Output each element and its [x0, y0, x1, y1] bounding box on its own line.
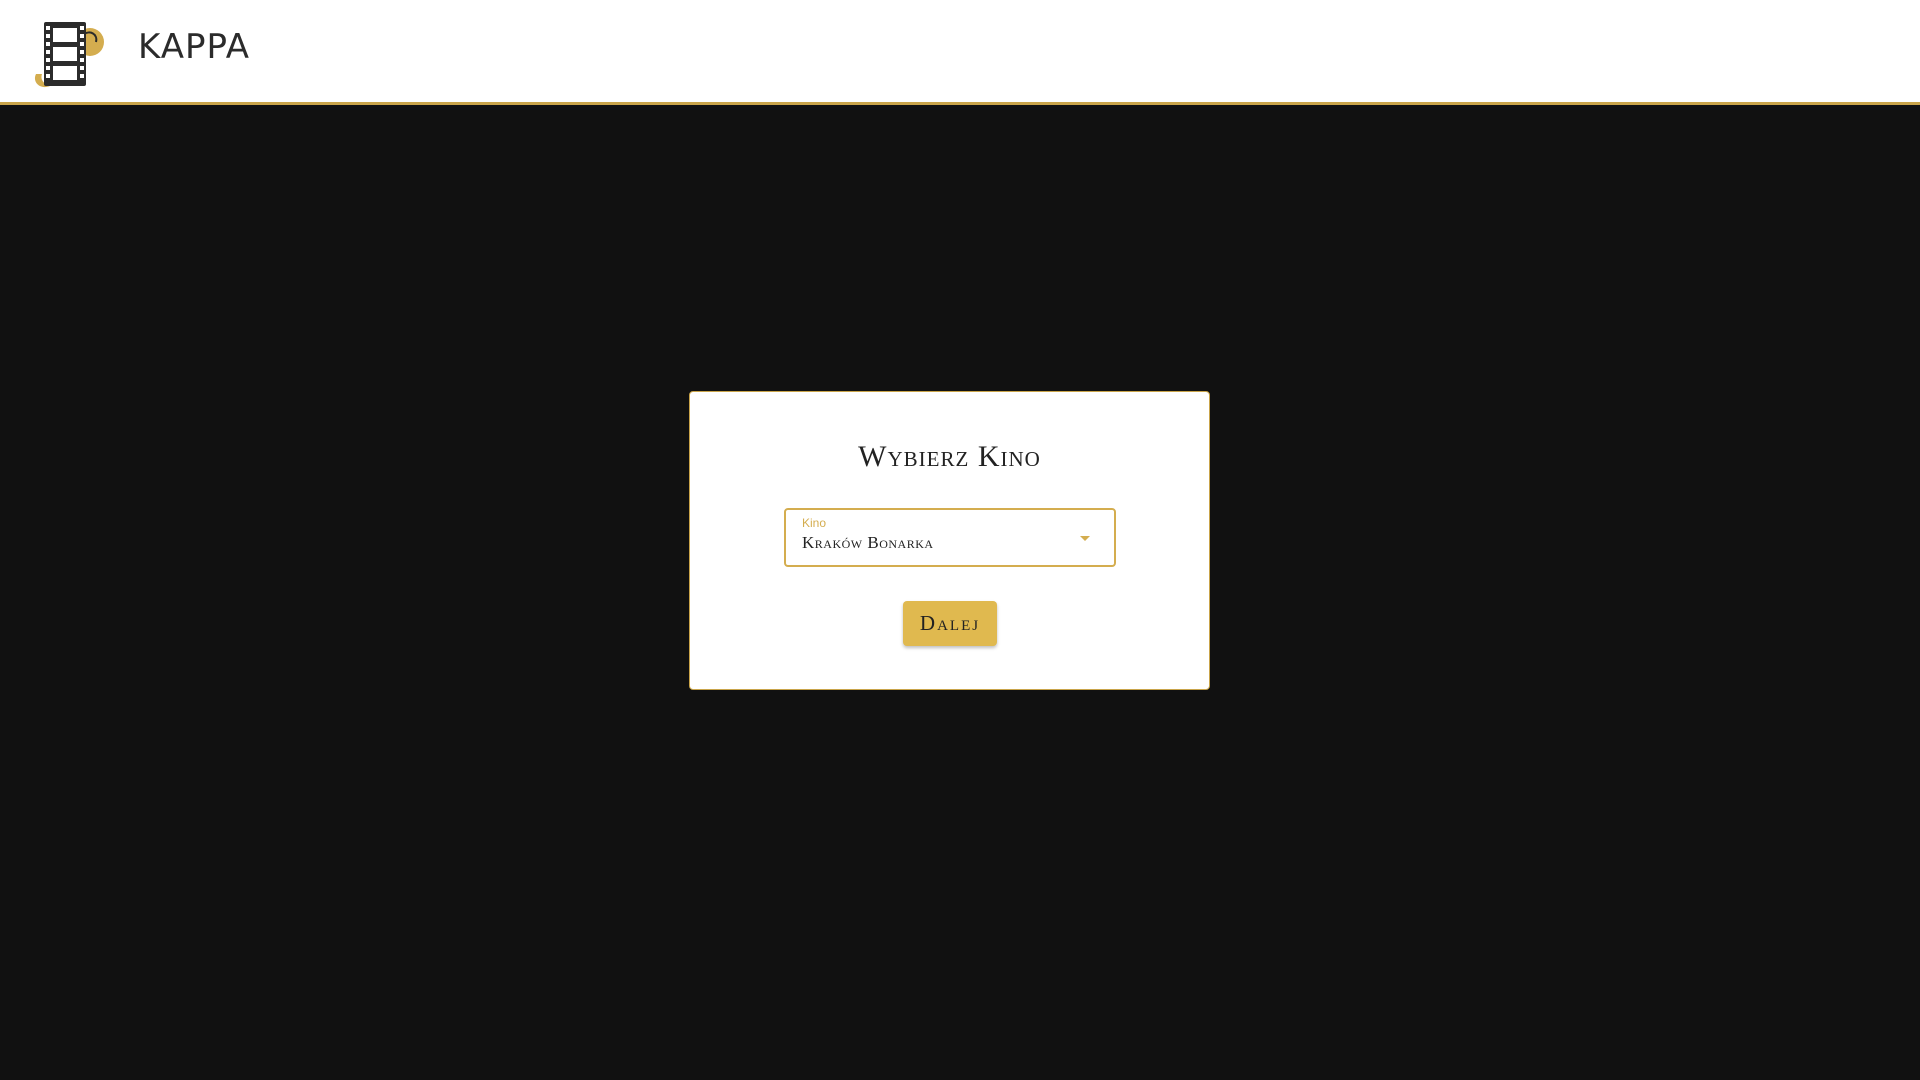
brand-name[interactable]: KAPPA: [138, 30, 250, 64]
next-button[interactable]: Dalej: [903, 601, 997, 646]
cinema-select-dialog: Wybierz Kino Kino Kraków Bonarka Dalej: [689, 391, 1210, 690]
cinema-select[interactable]: Kino Kraków Bonarka: [784, 508, 1116, 567]
app-root: KAPPA Wybierz Kino Kino Kraków Bonarka D…: [0, 0, 1920, 1080]
film-reel-logo-icon[interactable]: [30, 20, 106, 94]
chevron-down-icon[interactable]: [1080, 536, 1090, 541]
top-header: KAPPA: [0, 0, 1920, 105]
dialog-title: Wybierz Kino: [858, 440, 1041, 473]
cinema-select-label: Kino: [802, 516, 827, 530]
cinema-select-value: Kraków Bonarka: [802, 533, 934, 552]
